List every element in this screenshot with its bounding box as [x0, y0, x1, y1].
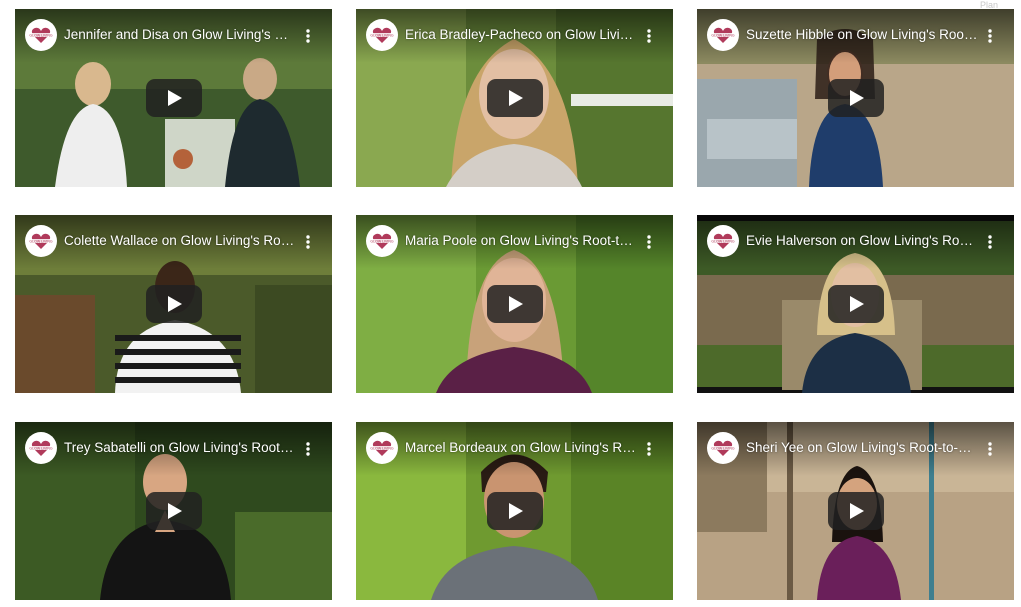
svg-text:GLOW LIVING: GLOW LIVING	[370, 447, 393, 451]
svg-text:GLOW LIVING: GLOW LIVING	[29, 447, 52, 451]
video-embed-trey-sabatelli[interactable]: GLOW LIVING Trey Sabatelli on Glow Livin…	[15, 422, 332, 600]
video-embed-jennifer-disa[interactable]: GLOW LIVING Jennifer and Disa on Glow Li…	[15, 9, 332, 187]
svg-text:GLOW LIVING: GLOW LIVING	[711, 240, 734, 244]
video-title[interactable]: Evie Halverson on Glow Living's Root-to-…	[746, 232, 978, 250]
svg-text:GLOW LIVING: GLOW LIVING	[370, 240, 393, 244]
video-embed-marcel-bordeaux[interactable]: GLOW LIVING Marcel Bordeaux on Glow Livi…	[356, 422, 673, 600]
more-options-icon[interactable]	[635, 24, 663, 48]
glow-living-logo-icon[interactable]: GLOW LIVING	[366, 225, 398, 257]
glow-living-logo-icon[interactable]: GLOW LIVING	[707, 432, 739, 464]
more-options-icon[interactable]	[976, 437, 1004, 461]
glow-living-logo-icon[interactable]: GLOW LIVING	[707, 19, 739, 51]
glow-living-logo-icon[interactable]: GLOW LIVING	[25, 19, 57, 51]
more-options-icon[interactable]	[976, 230, 1004, 254]
youtube-play-icon[interactable]	[487, 285, 543, 323]
video-embed-evie-halverson[interactable]: GLOW LIVING Evie Halverson on Glow Livin…	[697, 215, 1014, 393]
video-title[interactable]: Sheri Yee on Glow Living's Root-to-Rise …	[746, 439, 978, 457]
youtube-play-icon[interactable]	[487, 492, 543, 530]
more-options-icon[interactable]	[294, 24, 322, 48]
svg-text:GLOW LIVING: GLOW LIVING	[711, 34, 734, 38]
video-embed-colette-wallace[interactable]: GLOW LIVING Colette Wallace on Glow Livi…	[15, 215, 332, 393]
svg-text:GLOW LIVING: GLOW LIVING	[29, 34, 52, 38]
svg-text:GLOW LIVING: GLOW LIVING	[370, 34, 393, 38]
video-title[interactable]: Suzette Hibble on Glow Living's Root-to-…	[746, 26, 978, 44]
video-title[interactable]: Maria Poole on Glow Living's Root-to-Ris…	[405, 232, 637, 250]
svg-text:GLOW LIVING: GLOW LIVING	[711, 447, 734, 451]
video-embed-maria-poole[interactable]: GLOW LIVING Maria Poole on Glow Living's…	[356, 215, 673, 393]
more-options-icon[interactable]	[976, 24, 1004, 48]
youtube-play-icon[interactable]	[146, 285, 202, 323]
youtube-play-icon[interactable]	[828, 79, 884, 117]
youtube-play-icon[interactable]	[487, 79, 543, 117]
video-title[interactable]: Colette Wallace on Glow Living's Root-to…	[64, 232, 296, 250]
more-options-icon[interactable]	[294, 437, 322, 461]
youtube-play-icon[interactable]	[146, 79, 202, 117]
glow-living-logo-icon[interactable]: GLOW LIVING	[707, 225, 739, 257]
video-title[interactable]: Marcel Bordeaux on Glow Living's Root-to…	[405, 439, 637, 457]
video-title[interactable]: Jennifer and Disa on Glow Living's Root-…	[64, 26, 296, 44]
more-options-icon[interactable]	[635, 437, 663, 461]
video-title[interactable]: Erica Bradley-Pacheco on Glow Living's R…	[405, 26, 637, 44]
svg-text:GLOW LIVING: GLOW LIVING	[29, 240, 52, 244]
glow-living-logo-icon[interactable]: GLOW LIVING	[25, 225, 57, 257]
youtube-play-icon[interactable]	[828, 492, 884, 530]
video-embed-suzette-hibble[interactable]: GLOW LIVING Suzette Hibble on Glow Livin…	[697, 9, 1014, 187]
video-title[interactable]: Trey Sabatelli on Glow Living's Root-to-…	[64, 439, 296, 457]
glow-living-logo-icon[interactable]: GLOW LIVING	[366, 432, 398, 464]
glow-living-logo-icon[interactable]: GLOW LIVING	[25, 432, 57, 464]
more-options-icon[interactable]	[294, 230, 322, 254]
more-options-icon[interactable]	[635, 230, 663, 254]
video-embed-erica-bradley-pacheco[interactable]: GLOW LIVING Erica Bradley-Pacheco on Glo…	[356, 9, 673, 187]
video-embed-sheri-yee[interactable]: GLOW LIVING Sheri Yee on Glow Living's R…	[697, 422, 1014, 600]
youtube-play-icon[interactable]	[146, 492, 202, 530]
glow-living-logo-icon[interactable]: GLOW LIVING	[366, 19, 398, 51]
youtube-play-icon[interactable]	[828, 285, 884, 323]
